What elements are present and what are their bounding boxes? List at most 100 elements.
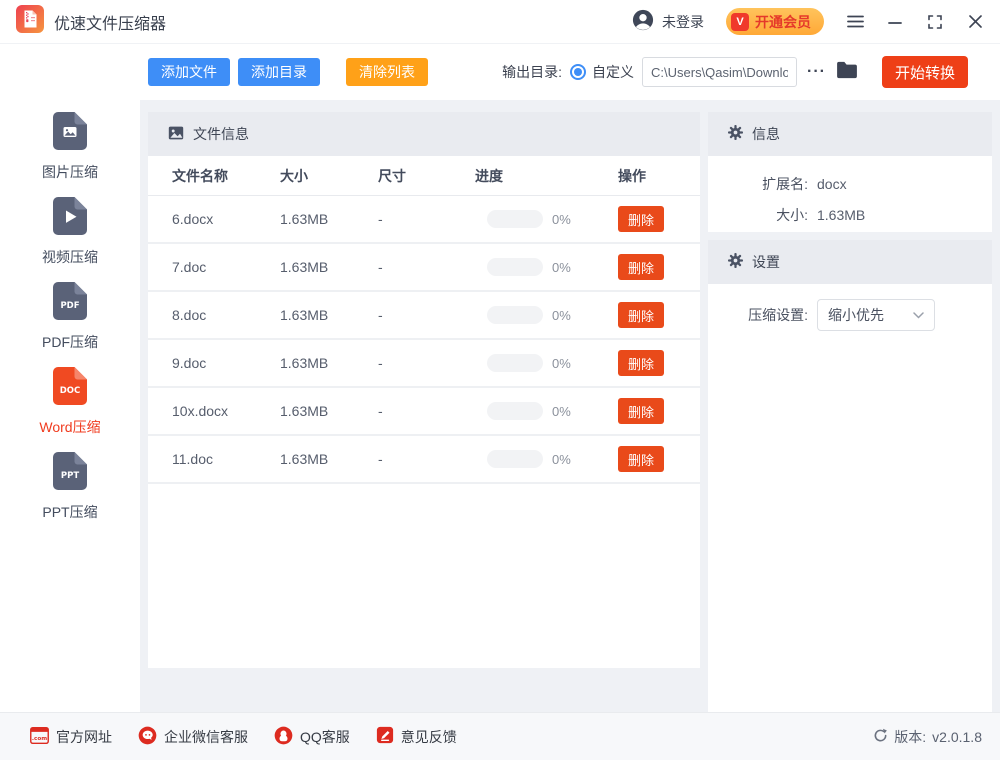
menu-button[interactable] <box>846 13 864 31</box>
update-refresh-icon[interactable] <box>873 728 888 746</box>
info-field-size: 大小: 1.63MB <box>708 199 992 230</box>
progress-bar <box>487 450 543 468</box>
progress-percent: 0% <box>552 451 571 467</box>
footer-link-label: QQ客服 <box>300 728 350 745</box>
file-size: 1.63MB <box>280 355 329 371</box>
sidebar-item-ppt-compress[interactable]: PPT PPT压缩 <box>0 452 140 537</box>
file-dimension: - <box>378 355 383 371</box>
progress-bar <box>487 306 543 324</box>
version-area: 版本: v2.0.1.8 <box>873 727 982 747</box>
compress-mode-value: 缩小优先 <box>828 307 884 323</box>
progress-bar <box>487 210 543 228</box>
minimize-button[interactable] <box>886 13 904 31</box>
file-size: 1.63MB <box>280 307 329 323</box>
pdf-file-icon: PDF <box>53 282 87 325</box>
settings-panel-title: 设置 <box>752 254 780 270</box>
delete-button[interactable]: 删除 <box>618 254 665 280</box>
start-convert-button[interactable]: 开始转换 <box>882 56 968 88</box>
file-panel-header: 文件信息 <box>148 112 700 156</box>
output-path-input[interactable] <box>642 57 798 87</box>
video-file-icon <box>53 197 87 240</box>
open-vip-button[interactable]: V 开通会员 <box>726 8 824 35</box>
table-row: 10x.docx 1.63MB - 0% 删除 <box>148 388 700 436</box>
wechat-service-icon <box>138 726 157 748</box>
qq-service-link[interactable]: QQ客服 <box>274 726 350 748</box>
file-name: 8.doc <box>172 307 207 323</box>
close-button[interactable] <box>966 13 984 31</box>
browse-more-button[interactable]: ··· <box>805 63 828 81</box>
official-website-link[interactable]: .com 官方网址 <box>30 726 112 747</box>
add-directory-button[interactable]: 添加目录 <box>238 58 320 86</box>
file-name: 9.doc <box>172 355 207 371</box>
app-identity: 优速文件压缩器 <box>16 5 166 38</box>
progress-bar <box>487 354 543 372</box>
table-row: 7.doc 1.63MB - 0% 删除 <box>148 244 700 292</box>
table-header: 文件名称 大小 尺寸 进度 操作 <box>148 156 700 196</box>
file-size: 1.63MB <box>280 451 329 467</box>
sidebar-item-video-compress[interactable]: 视频压缩 <box>0 197 140 282</box>
column-header-progress: 进度 <box>475 167 503 184</box>
delete-button[interactable]: 删除 <box>618 398 665 424</box>
sidebar-item-label: PPT压缩 <box>42 504 98 520</box>
clear-list-button[interactable]: 清除列表 <box>346 58 428 86</box>
file-size: 1.63MB <box>280 403 329 419</box>
version-label: 版本: <box>894 728 927 745</box>
progress-bar <box>487 258 543 276</box>
feedback-link[interactable]: 意见反馈 <box>376 726 457 747</box>
vip-icon: V <box>731 12 749 31</box>
delete-button[interactable]: 删除 <box>618 302 665 328</box>
website-icon: .com <box>30 726 49 747</box>
ppt-file-icon: PPT <box>53 452 87 495</box>
delete-button[interactable]: 删除 <box>618 206 665 232</box>
image-file-icon <box>53 112 87 155</box>
sidebar-item-label: PDF压缩 <box>42 334 98 350</box>
add-file-button[interactable]: 添加文件 <box>148 58 230 86</box>
file-info-panel: 文件信息 文件名称 大小 尺寸 进度 操作 6.docx 1.63MB - 0%… <box>148 112 700 668</box>
sidebar-item-word-compress[interactable]: DOC Word压缩 <box>0 367 140 452</box>
sidebar-item-image-compress[interactable]: 图片压缩 <box>0 112 140 197</box>
compress-mode-select[interactable]: 缩小优先 <box>817 299 935 331</box>
chevron-down-icon <box>913 311 924 319</box>
progress-percent: 0% <box>552 403 571 419</box>
login-area[interactable]: 未登录 <box>632 9 704 34</box>
user-avatar-icon <box>632 9 654 34</box>
field-value: docx <box>817 175 847 192</box>
wechat-service-link[interactable]: 企业微信客服 <box>138 726 248 748</box>
doc-file-icon: DOC <box>53 367 87 410</box>
open-folder-icon[interactable] <box>836 61 858 84</box>
delete-button[interactable]: 删除 <box>618 350 665 376</box>
info-panel-title: 信息 <box>752 126 780 142</box>
custom-radio[interactable] <box>570 64 587 80</box>
info-panel: 信息 扩展名: docx 大小: 1.63MB <box>708 112 992 232</box>
file-name: 10x.docx <box>172 403 229 419</box>
progress-percent: 0% <box>552 307 571 323</box>
sidebar-item-pdf-compress[interactable]: PDF PDF压缩 <box>0 282 140 367</box>
info-field-extension: 扩展名: docx <box>708 168 992 199</box>
app-logo-icon <box>16 5 44 38</box>
version-value: v2.0.1.8 <box>932 728 982 745</box>
footer-link-label: 官方网址 <box>56 728 112 745</box>
svg-text:PDF: PDF <box>60 301 79 311</box>
vip-label: 开通会员 <box>755 13 811 30</box>
settings-panel-header: 设置 <box>708 240 992 284</box>
table-row: 8.doc 1.63MB - 0% 删除 <box>148 292 700 340</box>
custom-radio-label: 自定义 <box>592 64 635 80</box>
file-dimension: - <box>378 307 383 323</box>
progress-percent: 0% <box>552 211 571 227</box>
info-panel-header: 信息 <box>708 112 992 156</box>
column-header-dimension: 尺寸 <box>378 167 406 184</box>
column-header-name: 文件名称 <box>172 167 228 184</box>
output-dir-label: 输出目录: <box>502 64 563 80</box>
sidebar-item-label: Word压缩 <box>39 419 101 435</box>
delete-button[interactable]: 删除 <box>618 446 665 472</box>
file-dimension: - <box>378 403 383 419</box>
gear-icon <box>728 253 743 271</box>
compress-setting-label: 压缩设置: <box>748 307 808 323</box>
maximize-button[interactable] <box>926 13 944 31</box>
app-title: 优速文件压缩器 <box>54 15 167 33</box>
sidebar-item-label: 图片压缩 <box>42 164 98 180</box>
feedback-icon <box>376 726 394 747</box>
file-name: 7.doc <box>172 259 207 275</box>
login-status: 未登录 <box>662 13 704 30</box>
file-size: 1.63MB <box>280 211 329 227</box>
